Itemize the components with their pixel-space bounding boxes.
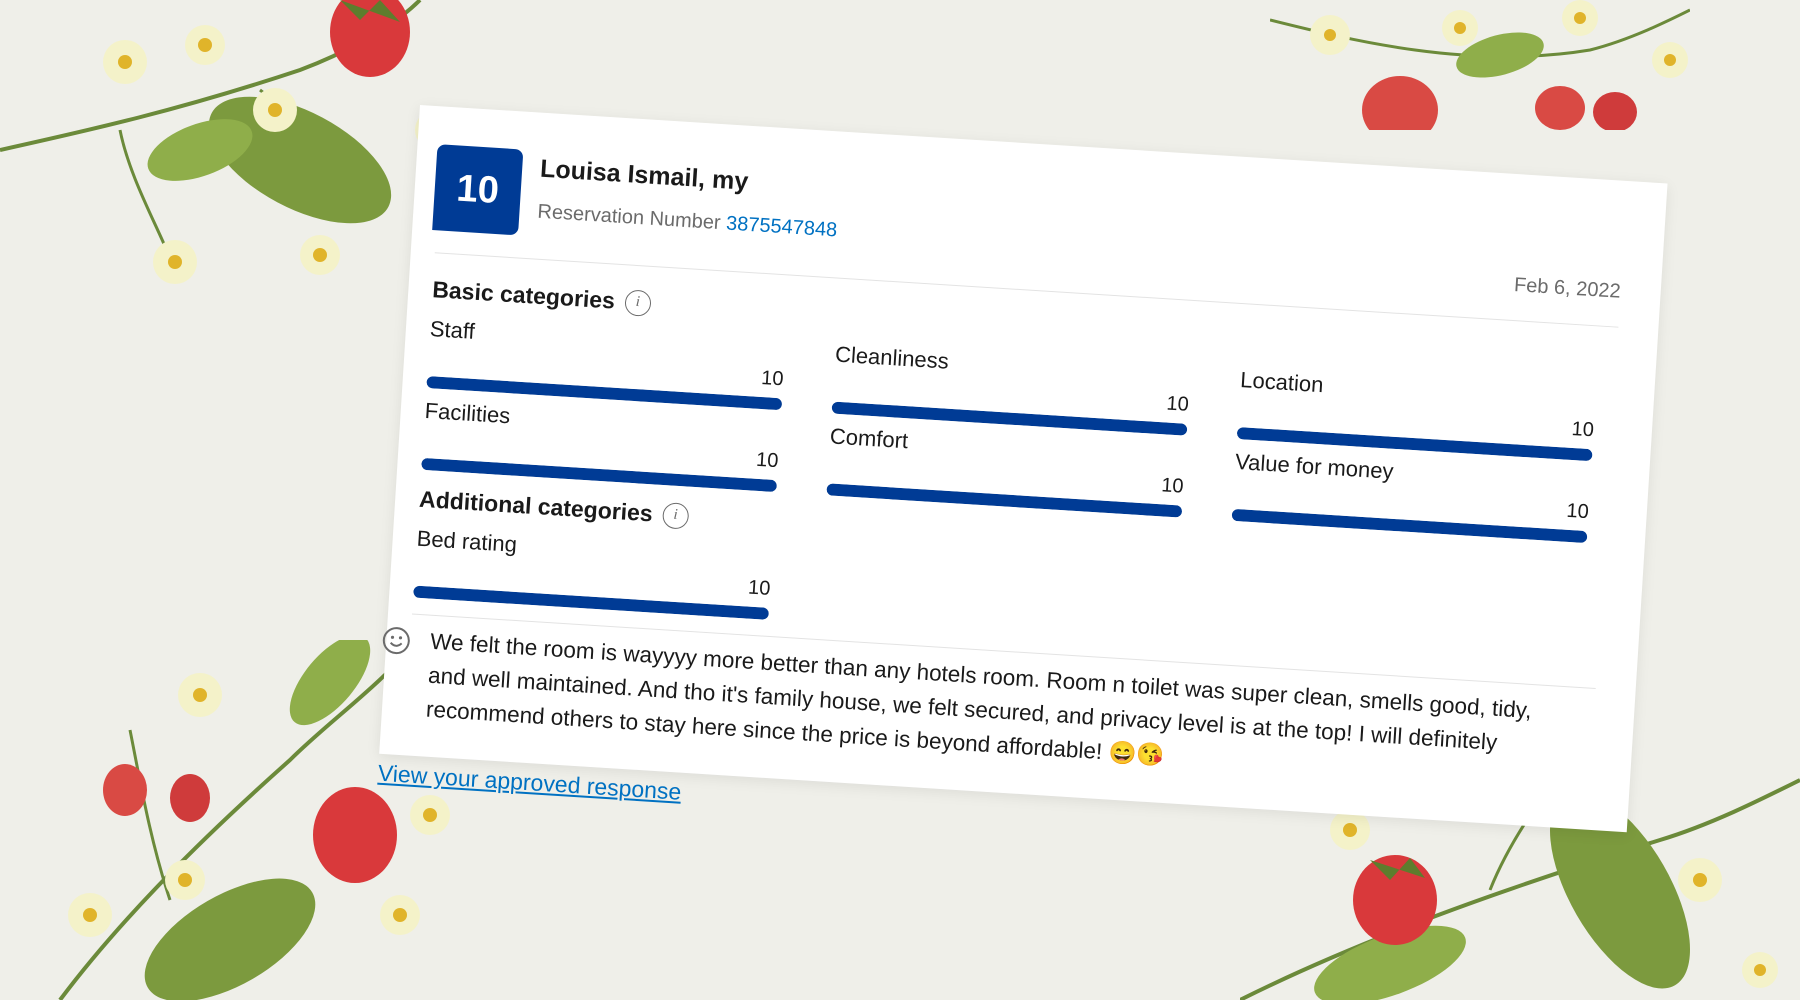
review-text: We felt the room is wayyyy more better t… [425, 628, 1533, 768]
smile-icon [382, 627, 410, 655]
view-approved-response-link[interactable]: View your approved response [377, 760, 682, 806]
strawberry-floral-decoration-top-left [0, 0, 455, 284]
strawberry-floral-decoration-top-right [1270, 0, 1690, 130]
review-card-text-area: We felt the room is wayyyy more better t… [377, 105, 1667, 832]
